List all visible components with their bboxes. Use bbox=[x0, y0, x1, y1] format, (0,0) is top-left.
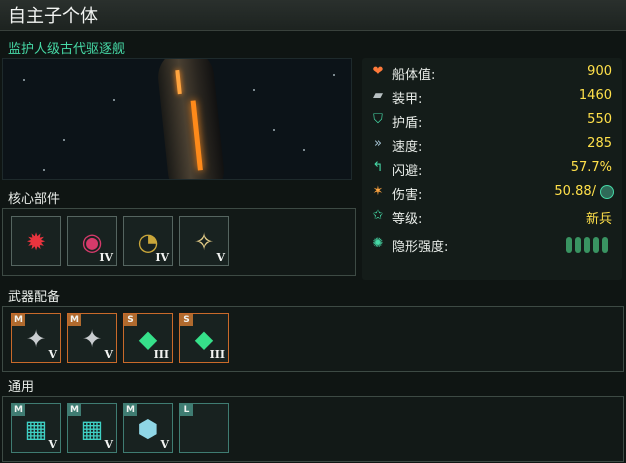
core-slot-thruster[interactable]: ◉ IV bbox=[67, 216, 117, 266]
stat-cloak: ✺ 隐形强度: bbox=[370, 234, 616, 256]
utility-slot-3[interactable]: M ⬢ V bbox=[123, 403, 173, 453]
utility-heading: 通用 bbox=[8, 380, 35, 395]
utility-panel: M ▦ V M ▦ V M ⬢ V L bbox=[2, 396, 624, 462]
weapon-slot-2[interactable]: M ✦ V bbox=[67, 313, 117, 363]
core-slot-ftl[interactable]: ✧ V bbox=[179, 216, 229, 266]
armor-plate-icon: ▰ bbox=[373, 88, 383, 103]
weapons-heading: 武器配备 bbox=[8, 290, 61, 305]
speed-arrows-icon: » bbox=[374, 136, 382, 151]
heart-icon: ❤ bbox=[372, 64, 384, 79]
rank-star-icon: ✩ bbox=[372, 208, 384, 223]
ship-class-label: 监护人级古代驱逐舰 bbox=[8, 42, 126, 57]
damage-burst-icon: ✶ bbox=[372, 184, 384, 199]
stat-armor: ▰ 装甲: 1460 bbox=[370, 86, 616, 108]
ship-model bbox=[155, 59, 227, 179]
stat-hull: ❤ 船体值: 900 bbox=[370, 62, 616, 84]
utility-slot-2[interactable]: M ▦ V bbox=[67, 403, 117, 453]
weapons-panel: M ✦ V M ✦ V S ◆ III S ◆ III bbox=[2, 306, 624, 372]
clock-icon bbox=[600, 185, 614, 199]
weapon-slot-3[interactable]: S ◆ III bbox=[123, 313, 173, 363]
core-slot-reactor[interactable]: ✹ bbox=[11, 216, 61, 266]
utility-slot-1[interactable]: M ▦ V bbox=[11, 403, 61, 453]
weapon-slot-4[interactable]: S ◆ III bbox=[179, 313, 229, 363]
stat-rank: ✩ 等级: 新兵 bbox=[370, 206, 616, 228]
core-slot-sensor[interactable]: ◔ IV bbox=[123, 216, 173, 266]
window-title: 自主子个体 bbox=[8, 6, 98, 27]
stat-damage: ✶ 伤害: 50.88/ bbox=[370, 182, 616, 204]
utility-slot-4-empty[interactable]: L bbox=[179, 403, 229, 453]
core-components-panel: ✹ ◉ IV ◔ IV ✧ V bbox=[2, 208, 356, 276]
shield-icon: ⛉ bbox=[373, 112, 383, 127]
stat-evasion: ↰ 闪避: 57.7% bbox=[370, 158, 616, 180]
ship-preview bbox=[2, 58, 352, 180]
ship-stats-panel: ❤ 船体值: 900 ▰ 装甲: 1460 ⛉ 护盾: 550 » 速度: 28… bbox=[362, 58, 622, 280]
core-components-heading: 核心部件 bbox=[8, 192, 61, 207]
cloak-icon: ✺ bbox=[372, 236, 384, 251]
window-title-bar: 自主子个体 bbox=[0, 0, 626, 31]
evade-arrow-icon: ↰ bbox=[372, 160, 384, 175]
stat-speed: » 速度: 285 bbox=[370, 134, 616, 156]
stat-shield: ⛉ 护盾: 550 bbox=[370, 110, 616, 132]
cloak-strength-bar bbox=[563, 237, 608, 257]
red-reactor-icon: ✹ bbox=[25, 228, 47, 256]
weapon-slot-1[interactable]: M ✦ V bbox=[11, 313, 61, 363]
